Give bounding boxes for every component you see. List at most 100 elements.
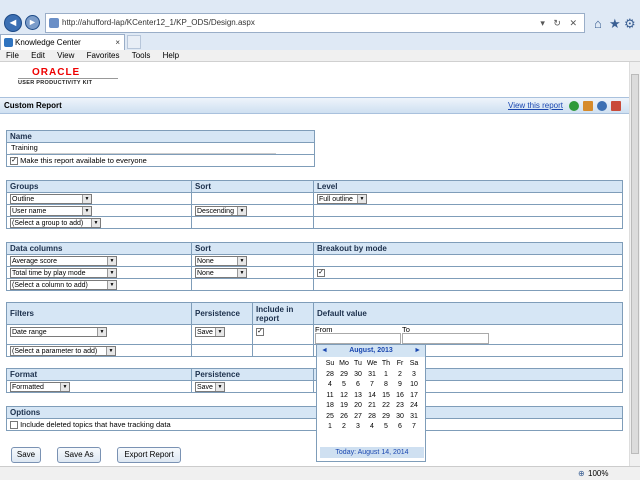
group-select-1[interactable]: Outline ▼ (10, 193, 92, 204)
view-report-link[interactable]: View this report (508, 98, 563, 113)
gear-icon[interactable]: ⚙ (624, 16, 636, 32)
address-controls-icon[interactable]: ▾ ↻ ✕ (540, 14, 580, 32)
ie-icon (4, 38, 13, 47)
calendar-day[interactable]: 1 (323, 422, 337, 433)
calendar-day[interactable]: 4 (365, 422, 379, 433)
calendar-day[interactable]: 1 (379, 370, 393, 381)
calendar-day[interactable]: 20 (351, 401, 365, 412)
calendar-day[interactable]: 17 (407, 391, 421, 402)
save-button[interactable]: Save (11, 447, 41, 463)
available-checkbox[interactable]: ✓ (10, 157, 18, 165)
calendar-day[interactable]: 15 (379, 391, 393, 402)
scrollbar-thumb[interactable] (631, 74, 639, 454)
calendar-day[interactable]: 8 (379, 380, 393, 391)
calendar-day[interactable]: 29 (337, 370, 351, 381)
calendar-day[interactable]: 27 (351, 412, 365, 423)
calendar-day[interactable]: 16 (393, 391, 407, 402)
calendar-day[interactable]: 6 (351, 380, 365, 391)
calendar-day[interactable]: 21 (365, 401, 379, 412)
export-report-button[interactable]: Export Report (117, 447, 181, 463)
calendar-day[interactable]: 30 (351, 370, 365, 381)
exit-icon[interactable] (611, 101, 621, 111)
filter-persistence-select[interactable]: Save ▼ (195, 327, 225, 338)
chevron-down-icon: ▼ (107, 256, 116, 265)
address-bar[interactable]: http://ahufford-lap/KCenter12_1/KP_ODS/D… (45, 13, 585, 33)
calendar-day[interactable]: 3 (407, 370, 421, 381)
calendar-day[interactable]: 10 (407, 380, 421, 391)
calendar-day[interactable]: 2 (393, 370, 407, 381)
calendar-day[interactable]: 13 (351, 391, 365, 402)
include-checkbox[interactable]: ✓ (256, 328, 264, 337)
format-select[interactable]: Formatted ▼ (10, 381, 70, 392)
calendar-day[interactable]: 11 (323, 391, 337, 402)
to-date-input[interactable] (402, 333, 489, 344)
column-sort-select-1[interactable]: None ▼ (195, 255, 247, 266)
level-select-1[interactable]: Full outline ▼ (317, 193, 367, 204)
column-sort-select-2[interactable]: None ▼ (195, 267, 247, 278)
name-header: Name (6, 130, 315, 143)
menu-edit[interactable]: Edit (31, 51, 45, 60)
menu-favorites[interactable]: Favorites (87, 51, 120, 60)
tab-knowledge-center[interactable]: Knowledge Center × (0, 34, 125, 50)
column-select-2[interactable]: Total time by play mode ▼ (10, 267, 117, 278)
calendar-today-link[interactable]: Today: August 14, 2014 (320, 447, 424, 458)
calendar-day[interactable]: 29 (379, 412, 393, 423)
zoom-icon[interactable]: ⊕ (578, 467, 585, 480)
calendar-day[interactable]: 30 (393, 412, 407, 423)
tab-close-icon[interactable]: × (115, 35, 120, 50)
calendar-day[interactable]: 18 (323, 401, 337, 412)
calendar-day[interactable]: 3 (351, 422, 365, 433)
calendar-day[interactable]: 26 (337, 412, 351, 423)
back-icon[interactable]: ◄ (4, 14, 22, 32)
forward-icon[interactable]: ► (25, 15, 40, 30)
calendar-day[interactable]: 5 (337, 380, 351, 391)
menu-tools[interactable]: Tools (132, 51, 151, 60)
calendar-day[interactable]: 31 (407, 412, 421, 423)
menu-view[interactable]: View (57, 51, 74, 60)
from-date-input[interactable] (315, 333, 401, 344)
menu-help[interactable]: Help (163, 51, 179, 60)
column-select-1[interactable]: Average score ▼ (10, 255, 117, 266)
column-add-select[interactable]: (Select a column to add) ▼ (10, 279, 117, 290)
menu-file[interactable]: File (6, 51, 19, 60)
calendar-day[interactable]: 2 (337, 422, 351, 433)
calendar-day[interactable]: 31 (365, 370, 379, 381)
save-as-button[interactable]: Save As (57, 447, 101, 463)
calendar-day[interactable]: 4 (323, 380, 337, 391)
filter-select-1[interactable]: Date range ▼ (10, 327, 107, 338)
calendar-day[interactable]: 12 (337, 391, 351, 402)
favorites-icon[interactable]: ★ (609, 16, 621, 32)
calendar-day[interactable]: 7 (365, 380, 379, 391)
group-sort-select-2[interactable]: Descending ▼ (195, 205, 247, 216)
help-icon[interactable] (597, 101, 607, 111)
calendar-day[interactable]: 28 (323, 370, 337, 381)
new-tab-button[interactable] (127, 35, 141, 49)
format-persistence-select[interactable]: Save ▼ (195, 381, 225, 392)
calendar-day[interactable]: 25 (323, 412, 337, 423)
calendar-day[interactable]: 6 (393, 422, 407, 433)
include-deleted-checkbox[interactable] (10, 421, 18, 429)
vertical-scrollbar[interactable] (629, 62, 640, 466)
calendar-day[interactable]: 7 (407, 422, 421, 433)
breakout-checkbox[interactable]: ✓ (317, 269, 325, 277)
group-add-select[interactable]: (Select a group to add) ▼ (10, 217, 101, 228)
calendar-day[interactable]: 14 (365, 391, 379, 402)
zoom-level[interactable]: 100% (588, 467, 608, 480)
chevron-down-icon: ▼ (107, 280, 116, 289)
calendar-day[interactable]: 28 (365, 412, 379, 423)
calendar-day[interactable]: 9 (393, 380, 407, 391)
available-label: Make this report available to everyone (20, 155, 147, 165)
calendar-day[interactable]: 24 (407, 401, 421, 412)
calendar-day[interactable]: 5 (379, 422, 393, 433)
home-icon[interactable]: ⌂ (594, 16, 602, 31)
home-icon[interactable] (583, 101, 593, 111)
prev-month-icon[interactable]: ◄ (321, 345, 328, 357)
calendar-day[interactable]: 22 (379, 401, 393, 412)
calendar-day[interactable]: 19 (337, 401, 351, 412)
parameter-add-select[interactable]: (Select a parameter to add) ▼ (10, 345, 116, 356)
report-name-input[interactable]: Training (10, 143, 276, 154)
next-month-icon[interactable]: ► (414, 345, 421, 357)
run-icon[interactable] (569, 101, 579, 111)
group-select-2[interactable]: User name ▼ (10, 205, 92, 216)
calendar-day[interactable]: 23 (393, 401, 407, 412)
